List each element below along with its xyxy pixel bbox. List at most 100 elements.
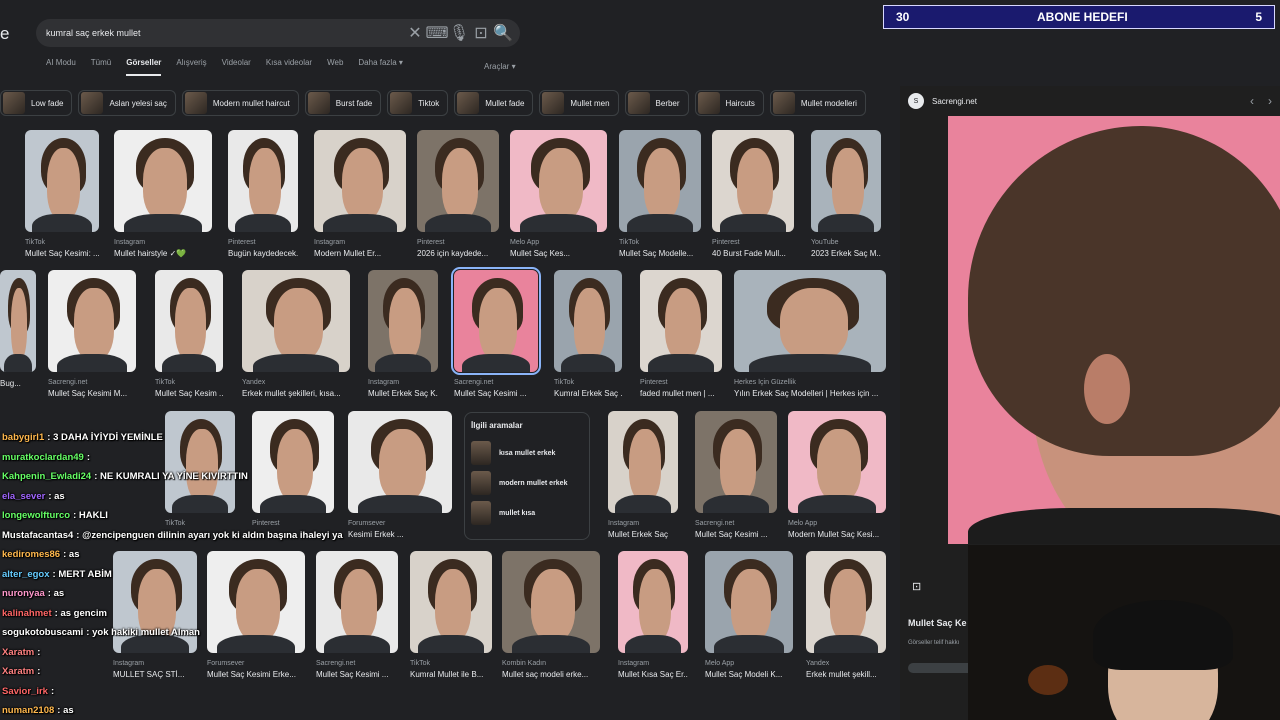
search-icon[interactable]: 🔍 — [493, 24, 513, 42]
keyboard-icon[interactable]: ⌨ — [425, 24, 448, 42]
image-source[interactable]: Melo App — [705, 659, 793, 669]
image-result[interactable]: Pinterest Bugün kaydedecek... — [228, 130, 298, 259]
image-result[interactable]: TikTok Kumral Mullet ile B... — [410, 551, 492, 680]
lens-icon[interactable]: ⊡ — [472, 24, 490, 42]
search-input[interactable] — [46, 28, 402, 38]
image-result[interactable]: Sacrengi.net Mullet Saç Kesimi M... — [48, 270, 136, 399]
image-title[interactable]: Mullet Saç Modelle... — [619, 248, 701, 259]
image-source[interactable]: TikTok — [155, 378, 223, 388]
image-source[interactable]: Instagram — [114, 238, 212, 248]
image-title[interactable]: Mullet Saç Kesimi ... — [695, 529, 777, 540]
image-result[interactable]: TikTok Mullet Saç Kesim ... — [155, 270, 223, 399]
image-source[interactable]: Herkes İçin Güzellik — [734, 378, 886, 388]
image-result[interactable]: Instagram Mullet Erkek Saç — [608, 411, 678, 540]
image-result[interactable]: TikTok Mullet Saç Kesimi: ... — [25, 130, 99, 259]
filter-chip[interactable]: Tiktok — [387, 90, 449, 116]
image-result[interactable]: Pinterest 2026 için kaydede... — [417, 130, 499, 259]
image-title[interactable]: Mullet Erkek Saç — [608, 529, 678, 540]
filter-chip[interactable]: Berber — [624, 90, 689, 116]
related-item[interactable]: kısa mullet erkek — [471, 438, 583, 468]
filter-chip[interactable]: Low fade — [0, 90, 73, 116]
image-result[interactable]: Pinterest 40 Burst Fade Mull... — [712, 130, 794, 259]
image-title[interactable]: Kumral Mullet ile B... — [410, 669, 492, 680]
image-result[interactable]: Bug... — [0, 270, 36, 389]
preview-image[interactable] — [948, 116, 1280, 544]
image-result[interactable]: Kombin Kadın Mullet saç modeli erke... — [502, 551, 600, 680]
image-result[interactable]: Herkes İçin Güzellik Yılın Erkek Saç Mode… — [734, 270, 886, 399]
image-source[interactable]: Sacrengi.net — [695, 519, 777, 529]
image-title[interactable]: Mullet Erkek Saç K... — [368, 388, 438, 399]
image-result[interactable]: TikTok Mullet Saç Modelle... — [619, 130, 701, 259]
image-result[interactable]: Sacrengi.net Mullet Saç Kesimi ... — [451, 267, 541, 399]
image-result[interactable]: Instagram Mullet Erkek Saç K... — [368, 270, 438, 399]
clear-icon[interactable]: ✕ — [406, 24, 424, 42]
image-title[interactable]: Yılın Erkek Saç Modelleri | Herkes için … — [734, 388, 886, 399]
image-title[interactable]: Erkek mullet şekilleri, kısa... — [242, 388, 350, 399]
image-result[interactable]: TikTok Kumral Erkek Saç ... — [554, 270, 622, 399]
image-result[interactable]: Instagram Modern Mullet Er... — [314, 130, 406, 259]
tab-item[interactable]: Daha fazla ▾ — [358, 58, 402, 76]
image-source[interactable]: Kombin Kadın — [502, 659, 600, 669]
filter-chip[interactable]: Haircuts — [694, 90, 764, 116]
preview-title[interactable]: Mullet Saç Ke — [908, 618, 967, 628]
image-source[interactable]: Melo App — [788, 519, 886, 529]
image-title[interactable]: Mullet Saç Kes... — [510, 248, 607, 259]
image-source[interactable]: Pinterest — [712, 238, 794, 248]
image-source[interactable]: Instagram — [368, 378, 438, 388]
image-source[interactable]: Yandex — [806, 659, 886, 669]
image-source[interactable]: TikTok — [554, 378, 622, 388]
image-source[interactable]: Instagram — [314, 238, 406, 248]
image-title[interactable]: Mullet Saç Kesim ... — [155, 388, 223, 399]
tab-item[interactable]: Web — [327, 58, 343, 76]
image-title[interactable]: Mullet Saç Kesimi ... — [454, 388, 538, 399]
image-title[interactable]: Modern Mullet Er... — [314, 248, 406, 259]
microphone-icon[interactable]: 🎙 — [449, 24, 469, 42]
image-title[interactable]: Mullet Kısa Saç Er... — [618, 669, 688, 680]
tab-item[interactable]: Videolar — [222, 58, 251, 76]
image-source[interactable]: Pinterest — [640, 378, 722, 388]
image-source[interactable]: TikTok — [410, 659, 492, 669]
image-title[interactable]: Mullet hairstyle ✓💚 — [114, 248, 212, 259]
image-result[interactable]: Melo App Mullet Saç Modeli K... — [705, 551, 793, 680]
filter-chip[interactable]: Mullet men — [539, 90, 619, 116]
image-result[interactable]: Melo App Mullet Saç Kes... — [510, 130, 607, 259]
tab-item[interactable]: Tümü — [91, 58, 111, 76]
tab-item[interactable]: Alışveriş — [176, 58, 206, 76]
image-result[interactable]: Melo App Modern Mullet Saç Kesi... — [788, 411, 886, 540]
tab-item[interactable]: Kısa videolar — [266, 58, 312, 76]
image-source[interactable]: Sacrengi.net — [48, 378, 136, 388]
lens-search-icon[interactable]: ⊡ — [912, 580, 928, 596]
image-result[interactable]: Sacrengi.net Mullet Saç Kesimi ... — [695, 411, 777, 540]
image-source[interactable]: Yandex — [242, 378, 350, 388]
google-logo-fragment[interactable]: e — [0, 24, 9, 44]
image-result[interactable]: Yandex Erkek mullet şekill... — [806, 551, 886, 680]
image-result[interactable]: Pinterest faded mullet men | ... — [640, 270, 722, 399]
image-title[interactable]: Mullet saç modeli erke... — [502, 669, 600, 680]
image-title[interactable]: Bug... — [0, 378, 36, 389]
image-source[interactable]: YouTube — [811, 238, 881, 248]
image-title[interactable]: 40 Burst Fade Mull... — [712, 248, 794, 259]
image-source[interactable]: Instagram — [608, 519, 678, 529]
filter-chip[interactable]: Mullet fade — [454, 90, 534, 116]
chevron-left-icon[interactable]: ‹ — [1250, 94, 1254, 108]
filter-chip[interactable]: Burst fade — [304, 90, 382, 116]
image-result[interactable]: Instagram Mullet Kısa Saç Er... — [618, 551, 688, 680]
image-source[interactable]: Pinterest — [417, 238, 499, 248]
image-title[interactable]: Erkek mullet şekill... — [806, 669, 886, 680]
filter-chip[interactable]: Mullet modelleri — [769, 90, 866, 116]
image-title[interactable]: Bugün kaydedecek... — [228, 248, 298, 259]
image-source[interactable]: Instagram — [618, 659, 688, 669]
image-result[interactable]: YouTube 2023 Erkek Saç M... — [811, 130, 881, 259]
tab-item[interactable]: Görseller — [126, 58, 162, 76]
tools-button[interactable]: Araçlar ▾ — [484, 62, 516, 71]
tab-item[interactable]: AI Modu — [46, 58, 76, 76]
image-title[interactable]: 2026 için kaydede... — [417, 248, 499, 259]
image-title[interactable]: faded mullet men | ... — [640, 388, 722, 399]
image-title[interactable]: Mullet Saç Modeli K... — [705, 669, 793, 680]
image-title[interactable]: Mullet Saç Kesimi: ... — [25, 248, 99, 259]
image-result[interactable]: Instagram Mullet hairstyle ✓💚 — [114, 130, 212, 259]
chevron-right-icon[interactable]: › — [1268, 94, 1272, 108]
image-title[interactable]: Kumral Erkek Saç ... — [554, 388, 622, 399]
image-source[interactable]: TikTok — [619, 238, 701, 248]
related-item[interactable]: modern mullet erkek — [471, 468, 583, 498]
